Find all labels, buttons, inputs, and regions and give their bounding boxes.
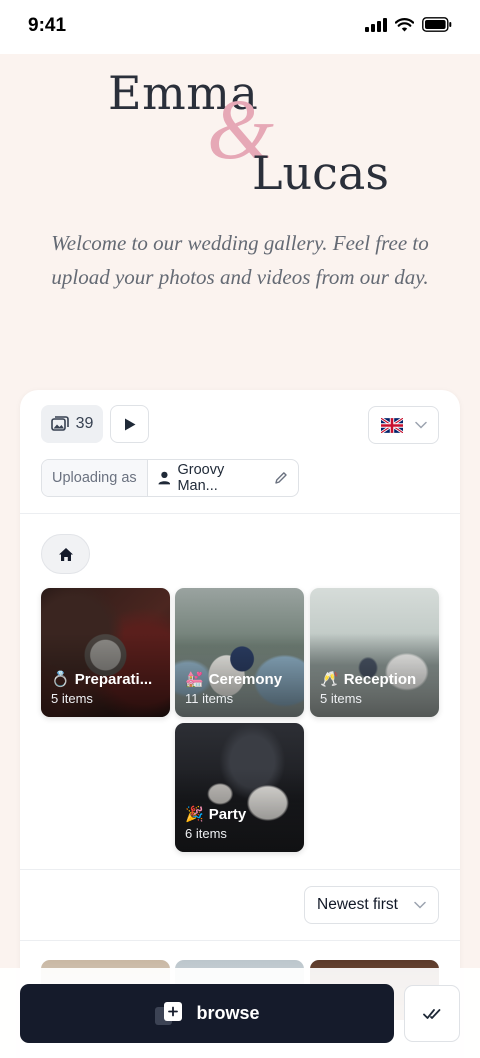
- album-item-count: 11 items: [185, 691, 234, 706]
- album-item-count: 5 items: [51, 691, 93, 706]
- uploader-identity[interactable]: Uploading as Groovy Man...: [41, 459, 299, 497]
- album-title: 💍 Preparati...: [51, 670, 165, 689]
- uk-flag-icon: [380, 417, 403, 433]
- status-bar: 9:41: [0, 0, 480, 54]
- wedding-chapel-emoji-icon: 💒: [185, 671, 204, 688]
- browse-label: browse: [196, 1003, 260, 1023]
- user-icon: [158, 471, 170, 485]
- chevron-down-icon: [414, 901, 426, 909]
- home-icon: [58, 547, 73, 561]
- album-card-preparation[interactable]: 💍 Preparati... 5 items: [41, 588, 170, 717]
- home-breadcrumb-button[interactable]: [41, 534, 90, 574]
- couple-name-second: Lucas: [252, 146, 389, 200]
- wifi-icon: [395, 17, 414, 31]
- uploader-name-field[interactable]: Groovy Man...: [148, 462, 298, 494]
- divider: [20, 513, 460, 514]
- slideshow-play-button[interactable]: [110, 405, 149, 443]
- sort-select[interactable]: Newest first: [304, 886, 439, 924]
- album-title: 🥂 Reception: [320, 670, 434, 689]
- battery-icon: [422, 17, 452, 32]
- album-title-text: Ceremony: [208, 670, 283, 688]
- sort-selected-value: Newest first: [317, 896, 398, 913]
- select-mode-button[interactable]: [404, 985, 460, 1042]
- status-time: 9:41: [28, 15, 67, 36]
- chevron-down-icon: [414, 421, 427, 429]
- album-card-party[interactable]: 🎉 Party 6 items: [175, 723, 304, 852]
- gallery-card: 39 Uploading as Groovy Man... 💍 Preparat…: [20, 390, 460, 1058]
- cellular-signal-icon: [365, 17, 387, 32]
- browse-upload-button[interactable]: browse: [20, 984, 394, 1043]
- bottom-action-bar: browse: [0, 968, 480, 1058]
- media-count: 39: [75, 415, 94, 432]
- play-icon: [124, 418, 135, 430]
- album-title-text: Preparati...: [74, 670, 153, 688]
- add-media-icon: [155, 1001, 183, 1025]
- divider: [20, 869, 460, 870]
- album-item-count: 6 items: [185, 826, 227, 841]
- album-item-count: 5 items: [320, 691, 362, 706]
- party-popper-emoji-icon: 🎉: [185, 806, 204, 823]
- language-selector[interactable]: [368, 406, 439, 444]
- double-check-icon: [423, 1008, 441, 1019]
- album-title: 💒 Ceremony: [185, 670, 299, 689]
- edit-pencil-icon[interactable]: [274, 471, 288, 485]
- welcome-message: Welcome to our wedding gallery. Feel fre…: [51, 231, 429, 289]
- clinking-glasses-emoji-icon: 🥂: [320, 671, 339, 688]
- ring-emoji-icon: 💍: [51, 671, 70, 688]
- album-title-text: Party: [208, 805, 247, 823]
- uploader-name: Groovy Man...: [177, 462, 225, 494]
- album-title-text: Reception: [343, 670, 417, 688]
- album-title: 🎉 Party: [185, 805, 299, 824]
- divider: [20, 940, 460, 941]
- album-card-ceremony[interactable]: 💒 Ceremony 11 items: [175, 588, 304, 717]
- photos-icon: [50, 416, 69, 431]
- uploading-as-label: Uploading as: [42, 460, 148, 496]
- media-count-button[interactable]: 39: [41, 405, 103, 443]
- album-card-reception[interactable]: 🥂 Reception 5 items: [310, 588, 439, 717]
- status-icons: [365, 17, 452, 32]
